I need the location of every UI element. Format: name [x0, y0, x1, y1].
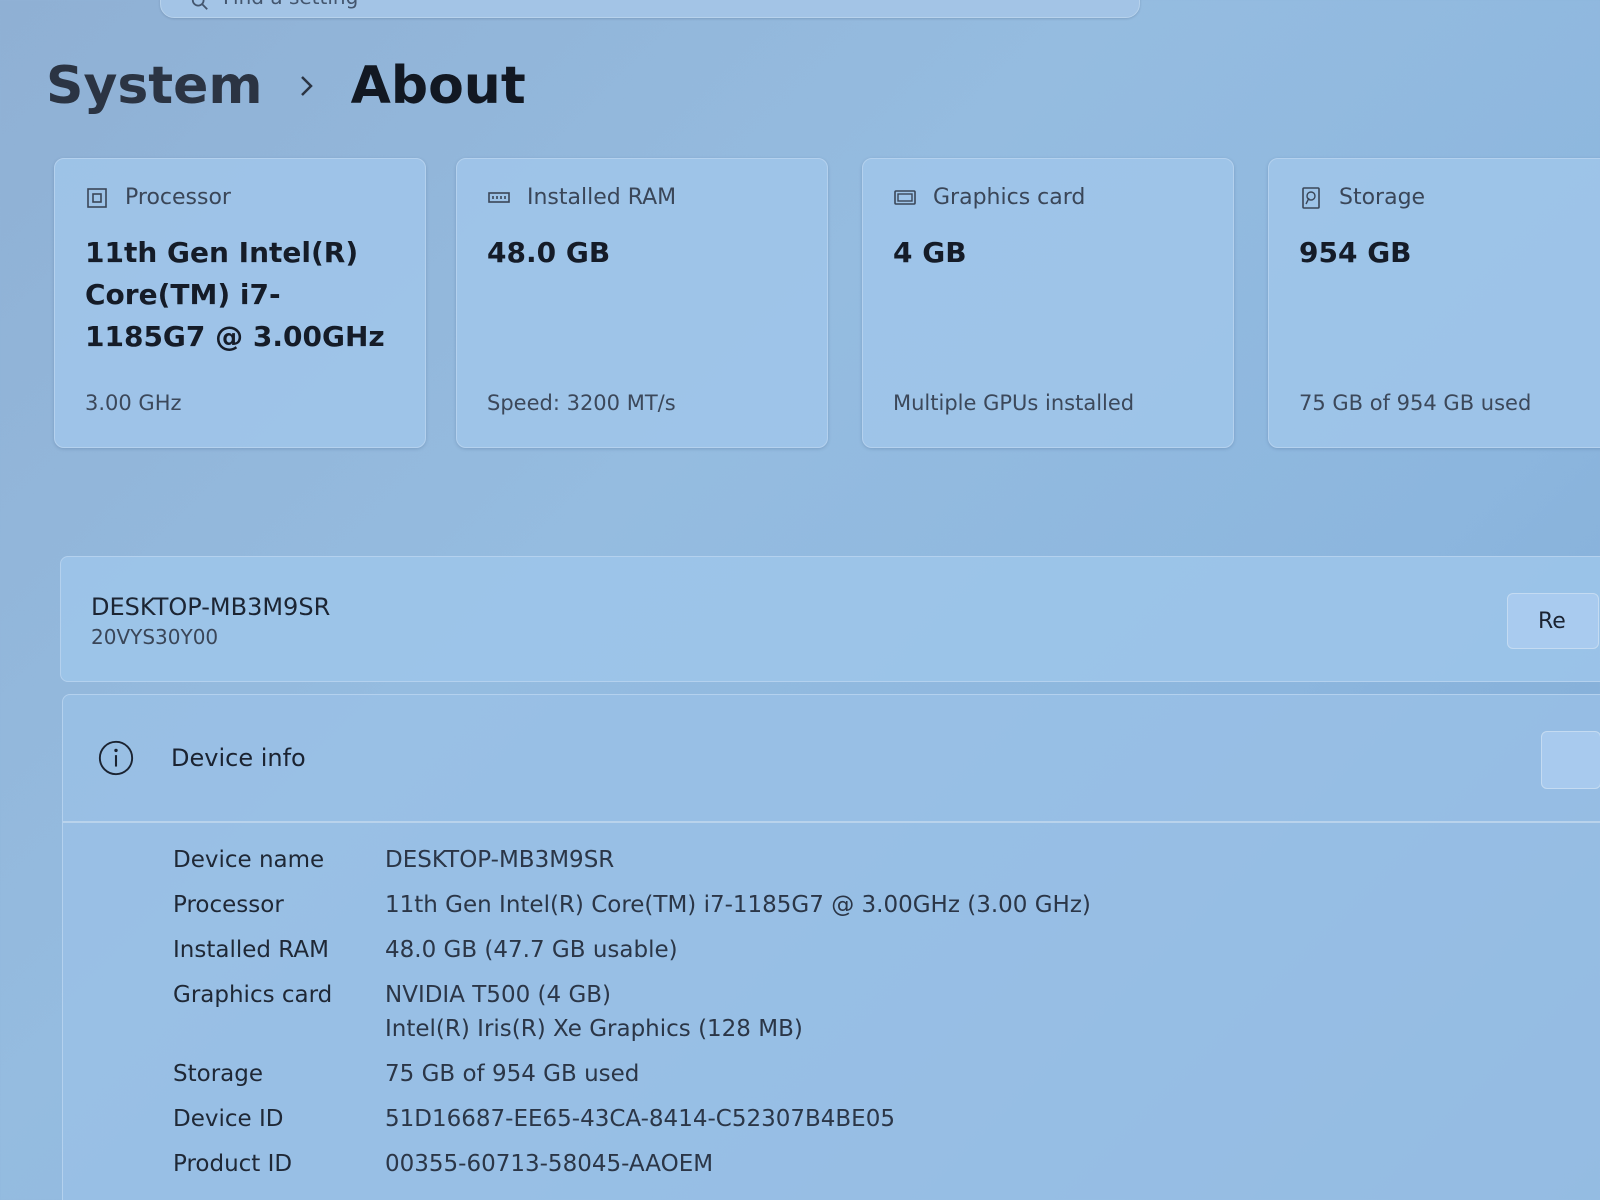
page-title: About	[350, 56, 526, 116]
info-label: Graphics card	[173, 982, 333, 1008]
storage-card-title: Storage	[1339, 185, 1426, 210]
ram-card-sub: Speed: 3200 MT/s	[487, 391, 676, 415]
info-label: Installed RAM	[173, 937, 329, 963]
info-row-graphics-card: Graphics card NVIDIA T500 (4 GB) Intel(R…	[63, 978, 1600, 1046]
device-name-bar: DESKTOP-MB3M9SR 20VYS30Y00 Re	[60, 556, 1600, 682]
info-value-line-2: Intel(R) Iris(R) Xe Graphics (128 MB)	[385, 1016, 803, 1042]
device-info-section: Device info Device name DESKTOP-MB3M9SR …	[62, 694, 1600, 1200]
processor-icon	[87, 187, 107, 208]
info-value: 75 GB of 954 GB used	[385, 1061, 640, 1087]
ram-card-title: Installed RAM	[527, 185, 677, 210]
storage-card-value: 954 GB	[1299, 236, 1412, 269]
info-value: 11th Gen Intel(R) Core(TM) i7-1185G7 @ 3…	[385, 892, 1091, 918]
processor-card: Processor 11th Gen Intel(R) Core(TM) i7-…	[54, 158, 426, 448]
graphics-card-sub: Multiple GPUs installed	[893, 391, 1135, 415]
device-info-header[interactable]: Device info	[63, 695, 1600, 823]
processor-card-value: 11th Gen Intel(R) Core(TM) i7-1185G7 @ 3…	[85, 236, 385, 353]
device-model: 20VYS30Y00	[91, 625, 219, 649]
info-row-device-id: Device ID 51D16687-EE65-43CA-8414-C52307…	[63, 1102, 1600, 1136]
info-value: 48.0 GB (47.7 GB usable)	[385, 937, 678, 963]
info-row-storage: Storage 75 GB of 954 GB used	[63, 1057, 1600, 1091]
graphics-card: Graphics card 4 GB Multiple GPUs install…	[862, 158, 1234, 448]
device-name: DESKTOP-MB3M9SR	[91, 593, 331, 621]
info-icon	[98, 740, 134, 776]
info-value: 00355-60713-58045-AAOEM	[385, 1151, 714, 1177]
info-row-processor: Processor 11th Gen Intel(R) Core(TM) i7-…	[63, 888, 1600, 922]
processor-card-title: Processor	[125, 185, 231, 210]
info-value: NVIDIA T500 (4 GB) Intel(R) Iris(R) Xe G…	[385, 978, 803, 1046]
info-label: Product ID	[173, 1151, 293, 1177]
storage-icon	[1302, 186, 1320, 209]
storage-card: Storage 954 GB 75 GB of 954 GB used	[1268, 158, 1600, 448]
info-row-device-name: Device name DESKTOP-MB3M9SR	[63, 843, 1600, 877]
search-input[interactable]: Find a setting	[160, 0, 1140, 18]
chevron-right-icon	[300, 76, 313, 96]
device-info-title: Device info	[171, 744, 306, 772]
info-label: Processor	[173, 892, 284, 918]
processor-card-sub: 3.00 GHz	[85, 391, 182, 415]
info-value-line-1: NVIDIA T500 (4 GB)	[385, 982, 612, 1008]
ram-icon	[488, 191, 510, 203]
storage-card-sub: 75 GB of 954 GB used	[1299, 391, 1532, 415]
copy-button[interactable]	[1541, 731, 1600, 789]
info-label: Device ID	[173, 1106, 284, 1132]
graphics-card-value: 4 GB	[893, 236, 967, 269]
device-info-rows: Device name DESKTOP-MB3M9SR Processor 11…	[63, 823, 1600, 1181]
info-value: DESKTOP-MB3M9SR	[385, 847, 615, 873]
ram-card: Installed RAM 48.0 GB Speed: 3200 MT/s	[456, 158, 828, 448]
graphics-card-icon	[894, 189, 916, 205]
search-icon	[191, 0, 208, 10]
ram-card-value: 48.0 GB	[487, 236, 611, 269]
breadcrumb-system[interactable]: System	[46, 56, 263, 116]
graphics-card-title: Graphics card	[933, 185, 1086, 210]
info-label: Device name	[173, 847, 325, 873]
search-placeholder: Find a setting	[223, 0, 358, 9]
breadcrumb: System About	[46, 56, 526, 116]
info-row-product-id: Product ID 00355-60713-58045-AAOEM	[63, 1147, 1600, 1181]
info-label: Storage	[173, 1061, 263, 1087]
rename-pc-button[interactable]: Re	[1507, 593, 1599, 649]
info-row-installed-ram: Installed RAM 48.0 GB (47.7 GB usable)	[63, 933, 1600, 967]
info-value: 51D16687-EE65-43CA-8414-C52307B4BE05	[385, 1106, 895, 1132]
